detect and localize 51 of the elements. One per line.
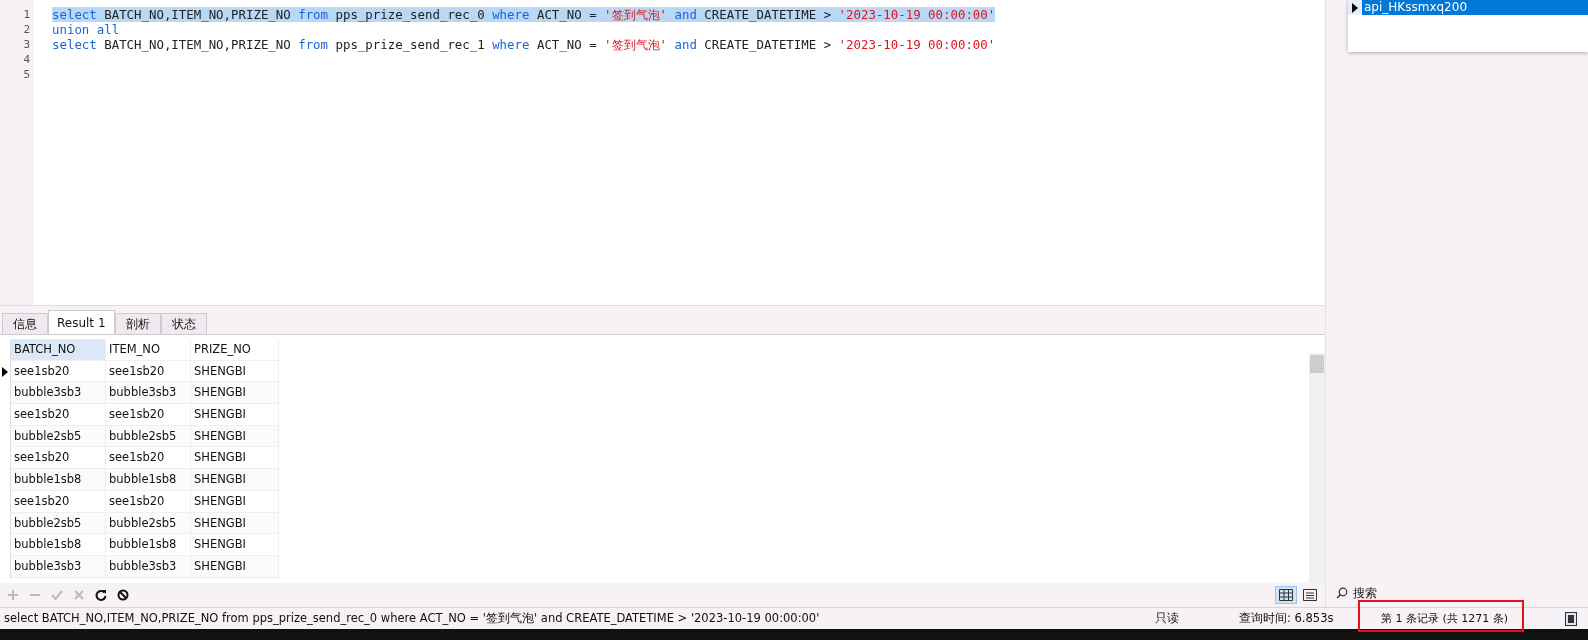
search-icon xyxy=(1336,587,1348,599)
table-cell: SHENGBI xyxy=(191,469,279,491)
query-time: 查询时间: 6.853s xyxy=(1238,611,1335,626)
line-number: 4 xyxy=(23,52,30,67)
table-cell: bubble2sb5 xyxy=(11,512,106,535)
code-line: select BATCH_NO,ITEM_NO,PRIZE_NO from pps_prize_send_rec_1 where ACT_NO = '签到气泡' and CREATE_DATETIME > '2023-10-19 00:00:00' xyxy=(52,37,996,52)
table-cell: see1sb20 xyxy=(106,490,191,513)
table-cell: bubble3sb3 xyxy=(11,555,106,578)
list-item[interactable]: api_HKssmxq200 xyxy=(1362,0,1588,15)
table-cell: see1sb20 xyxy=(11,490,106,513)
tab[interactable]: 剖析 xyxy=(114,313,161,334)
tab[interactable]: Result 1 xyxy=(48,310,115,334)
table-cell: bubble1sb8 xyxy=(11,534,106,556)
column-header[interactable]: ITEM_NO xyxy=(106,339,191,361)
table-cell: bubble1sb8 xyxy=(106,534,191,556)
column-header[interactable]: PRIZE_NO xyxy=(191,339,279,361)
record-count: 第 1 条记录 (共 1271 条) xyxy=(1380,611,1510,626)
status-mode: 只读 xyxy=(1154,611,1180,626)
table-cell: bubble3sb3 xyxy=(106,382,191,405)
row-selector[interactable] xyxy=(0,360,11,383)
table-cell: bubble1sb8 xyxy=(106,469,191,491)
table-cell: SHENGBI xyxy=(191,534,279,556)
table-cell: see1sb20 xyxy=(106,404,191,426)
panel-icon[interactable] xyxy=(1565,611,1577,626)
table-cell: bubble3sb3 xyxy=(106,555,191,578)
column-header[interactable]: BATCH_NO xyxy=(11,339,106,361)
table-cell: bubble2sb5 xyxy=(106,512,191,535)
table-cell: SHENGBI xyxy=(191,555,279,578)
status-query: select BATCH_NO,ITEM_NO,PRIZE_NO from pps_prize_send_rec_0 where ACT_NO = '签到气泡' and CREATE_DATETIME > '2023-10-19 00:00:00' xyxy=(3,611,821,626)
table-cell: SHENGBI xyxy=(191,382,279,405)
table-cell: SHENGBI xyxy=(191,404,279,426)
line-number: 3 xyxy=(23,37,30,52)
tab[interactable]: 信息 xyxy=(2,313,48,334)
table-cell: SHENGBI xyxy=(191,490,279,513)
code-line: union all xyxy=(52,22,120,37)
line-number: 5 xyxy=(23,67,30,82)
scrollbar[interactable] xyxy=(1309,353,1325,583)
table-cell: SHENGBI xyxy=(191,512,279,535)
search-field[interactable]: 搜索 xyxy=(1351,585,1475,601)
tab[interactable]: 状态 xyxy=(160,313,207,334)
table-cell: bubble1sb8 xyxy=(11,469,106,491)
grid-view-icon[interactable] xyxy=(1275,586,1297,604)
table-cell: bubble2sb5 xyxy=(11,425,106,448)
table-cell: bubble3sb3 xyxy=(11,382,106,405)
table-cell: see1sb20 xyxy=(11,404,106,426)
row-pointer-icon xyxy=(2,366,8,377)
line-number: 1 xyxy=(23,7,30,22)
row-pointer-icon xyxy=(1352,2,1358,13)
table-cell: SHENGBI xyxy=(191,425,279,448)
table-cell: bubble2sb5 xyxy=(106,425,191,448)
line-number: 2 xyxy=(23,22,30,37)
